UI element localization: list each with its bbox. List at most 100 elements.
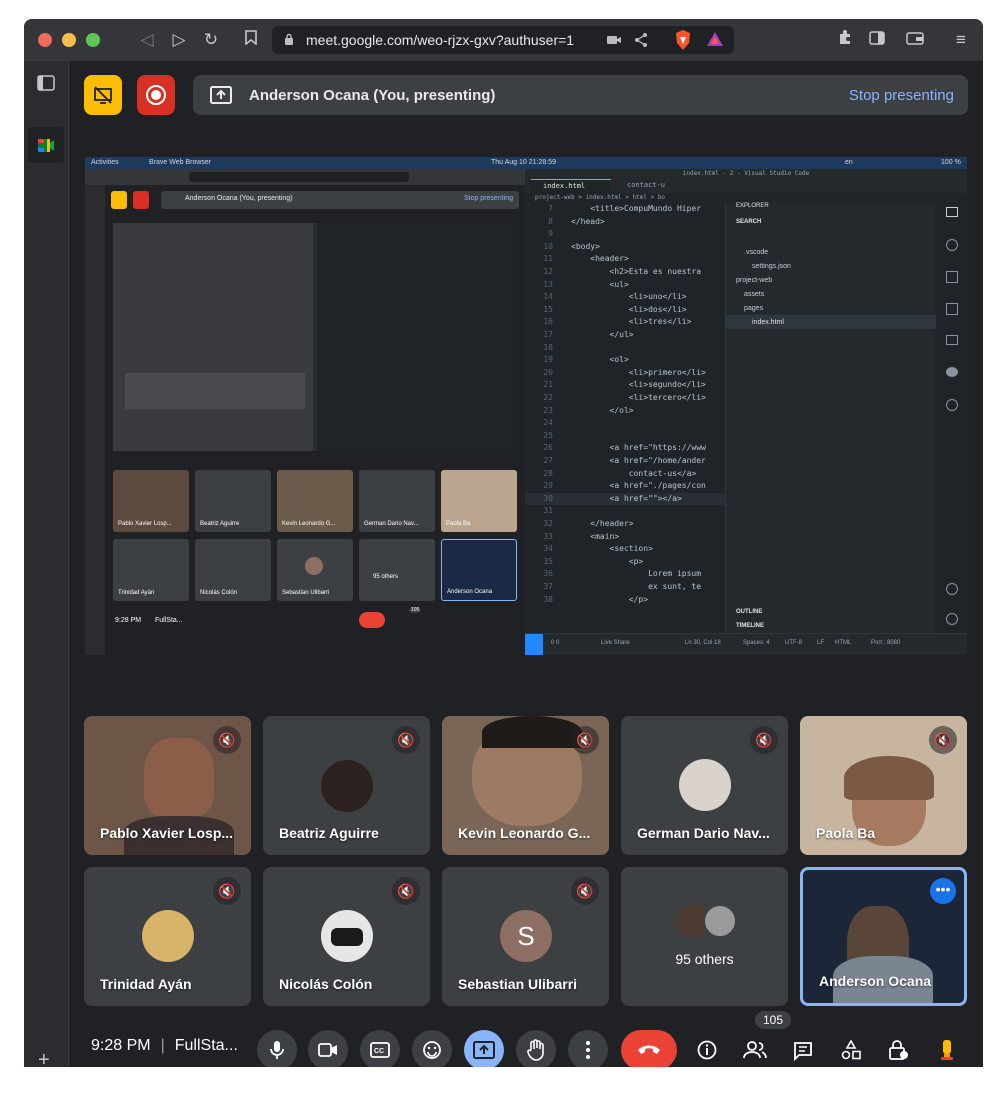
companion-light-button[interactable] xyxy=(931,1034,963,1066)
participant-tile[interactable]: S 🔇 Sebastian Ulibarri xyxy=(442,867,609,1006)
explorer-item[interactable]: assets xyxy=(744,291,764,298)
activities-button[interactable] xyxy=(835,1034,867,1066)
line-number: 13 xyxy=(543,279,553,289)
brave-rewards-icon[interactable] xyxy=(706,31,726,49)
explorer-item[interactable]: .vscode xyxy=(744,249,768,256)
participant-tile[interactable]: 🔇 Trinidad Ayán xyxy=(84,867,251,1006)
line-number: 24 xyxy=(543,418,553,428)
files-icon[interactable] xyxy=(946,207,958,217)
close-window-button[interactable] xyxy=(38,33,52,47)
reload-icon[interactable]: ↻ xyxy=(200,29,222,51)
settings-icon[interactable] xyxy=(946,613,958,625)
participant-avatar xyxy=(321,760,373,812)
leave-call-button[interactable] xyxy=(621,1030,677,1067)
participant-tile[interactable]: 🔇 Kevin Leonardo G... xyxy=(442,716,609,855)
bookmark-icon[interactable] xyxy=(240,29,262,51)
forward-icon[interactable]: ▷ xyxy=(168,29,190,51)
code-text: <li>primero</li> xyxy=(571,367,706,377)
microphone-button[interactable] xyxy=(257,1030,297,1067)
editor-tab-index[interactable]: index.html xyxy=(531,179,611,193)
code-line: 11 <header> xyxy=(525,253,725,265)
menu-icon[interactable]: ≡ xyxy=(950,29,972,51)
participant-tile[interactable]: 🔇 Beatriz Aguirre xyxy=(263,716,430,855)
remote-explorer-icon[interactable] xyxy=(946,335,958,345)
status-eol[interactable]: LF xyxy=(817,640,824,646)
wallet-icon[interactable] xyxy=(904,29,926,51)
camera-blocked-icon[interactable] xyxy=(606,33,622,51)
raise-hand-button[interactable] xyxy=(516,1030,556,1067)
code-line: 24 xyxy=(525,417,725,429)
line-number: 31 xyxy=(543,506,553,516)
debug-icon[interactable] xyxy=(946,271,958,283)
participant-avatar xyxy=(703,904,737,938)
status-position[interactable]: Ln 30, Col 18 xyxy=(685,640,721,646)
line-number: 30 xyxy=(543,493,553,503)
chat-button[interactable] xyxy=(787,1034,819,1066)
code-text: </ol> xyxy=(571,405,634,415)
code-line: 37 ex sunt, te xyxy=(525,581,725,593)
people-button[interactable]: 105 xyxy=(739,1011,792,1066)
account-icon[interactable] xyxy=(946,583,958,595)
camera-button[interactable] xyxy=(308,1030,348,1067)
extensions-icon[interactable] xyxy=(946,303,958,315)
status-spaces[interactable]: Spaces: 4 xyxy=(743,640,770,646)
docker-icon[interactable] xyxy=(946,367,958,377)
explorer-item[interactable]: settings.json xyxy=(752,263,791,270)
present-now-button[interactable] xyxy=(464,1030,504,1067)
back-icon[interactable]: ◁ xyxy=(136,29,158,51)
live-share-icon[interactable] xyxy=(946,399,958,411)
line-number: 18 xyxy=(543,342,553,352)
microphone-icon xyxy=(270,1041,284,1059)
explorer-item[interactable]: pages xyxy=(744,305,763,312)
explorer-item-selected[interactable]: index.html xyxy=(752,319,784,326)
explorer-outline[interactable]: OUTLINE xyxy=(736,609,762,615)
host-controls-button[interactable] xyxy=(883,1034,915,1066)
participant-avatar: S xyxy=(500,910,552,962)
others-tile[interactable]: 95 others xyxy=(621,867,788,1006)
captions-icon: CC xyxy=(370,1042,390,1058)
presenting-banner: Anderson Ocana (You, presenting) Stop pr… xyxy=(193,75,968,115)
participant-tile[interactable]: 🔇 Pablo Xavier Losp... xyxy=(84,716,251,855)
stop-presenting-button[interactable]: Stop presenting xyxy=(849,87,954,104)
share-icon[interactable] xyxy=(634,32,648,53)
code-text: <main> xyxy=(571,531,620,541)
present-screen-icon xyxy=(473,1041,495,1059)
record-button[interactable] xyxy=(137,75,175,115)
minimize-window-button[interactable] xyxy=(62,33,76,47)
explorer-item[interactable]: project-web xyxy=(736,277,772,284)
status-encoding[interactable]: UTF-8 xyxy=(785,640,802,646)
source-control-icon[interactable] xyxy=(946,239,958,251)
status-port[interactable]: Port : 8080 xyxy=(871,640,900,646)
editor-tab-contact[interactable]: contact-u xyxy=(615,179,695,193)
status-live-share[interactable]: Live Share xyxy=(601,640,630,646)
participant-tile[interactable]: 🔇 Paola Ba xyxy=(800,716,967,855)
reactions-button[interactable] xyxy=(412,1030,452,1067)
brave-shields-icon[interactable] xyxy=(674,29,694,51)
code-line: 19 <ol> xyxy=(525,354,725,366)
explorer-timeline[interactable]: TIMELINE xyxy=(736,623,764,629)
more-options-icon[interactable]: ••• xyxy=(930,878,956,904)
present-badge-button[interactable] xyxy=(84,75,122,115)
sidebar-panel-icon[interactable] xyxy=(37,75,55,96)
mini-tile-7: Nicolás Colón xyxy=(195,539,271,601)
sidebar-toggle-icon[interactable] xyxy=(866,29,888,51)
sidebar-add-icon[interactable]: + xyxy=(38,1049,50,1067)
participant-tile[interactable]: 🔇 Nicolás Colón xyxy=(263,867,430,1006)
mini-tile-10: Anderson Ocana xyxy=(441,539,517,601)
more-options-button[interactable] xyxy=(568,1030,608,1067)
status-problems[interactable]: 0 0 xyxy=(551,640,559,646)
address-bar[interactable]: meet.google.com/weo-rjzx-gxv?authuser=1 xyxy=(272,26,734,54)
maximize-window-button[interactable] xyxy=(86,33,100,47)
participant-tile[interactable]: 🔇 German Dario Nav... xyxy=(621,716,788,855)
participant-name: Trinidad Ayán xyxy=(100,976,192,992)
meeting-details-button[interactable] xyxy=(691,1034,723,1066)
mini-banner-label: Anderson Ocana (You, presenting) xyxy=(185,195,293,202)
code-area[interactable]: 7 <title>CompuMundo Hiper 8 </head> 9 10 <bod… xyxy=(525,203,725,633)
status-language[interactable]: HTML xyxy=(835,640,851,646)
captions-button[interactable]: CC xyxy=(360,1030,400,1067)
sidebar-meet-app[interactable] xyxy=(28,127,64,163)
mini-tile-1: Pablo Xavier Losp... xyxy=(113,470,189,532)
extensions-icon[interactable] xyxy=(834,29,856,51)
code-text: </p> xyxy=(571,594,649,604)
self-tile[interactable]: ••• Anderson Ocana xyxy=(800,867,967,1006)
